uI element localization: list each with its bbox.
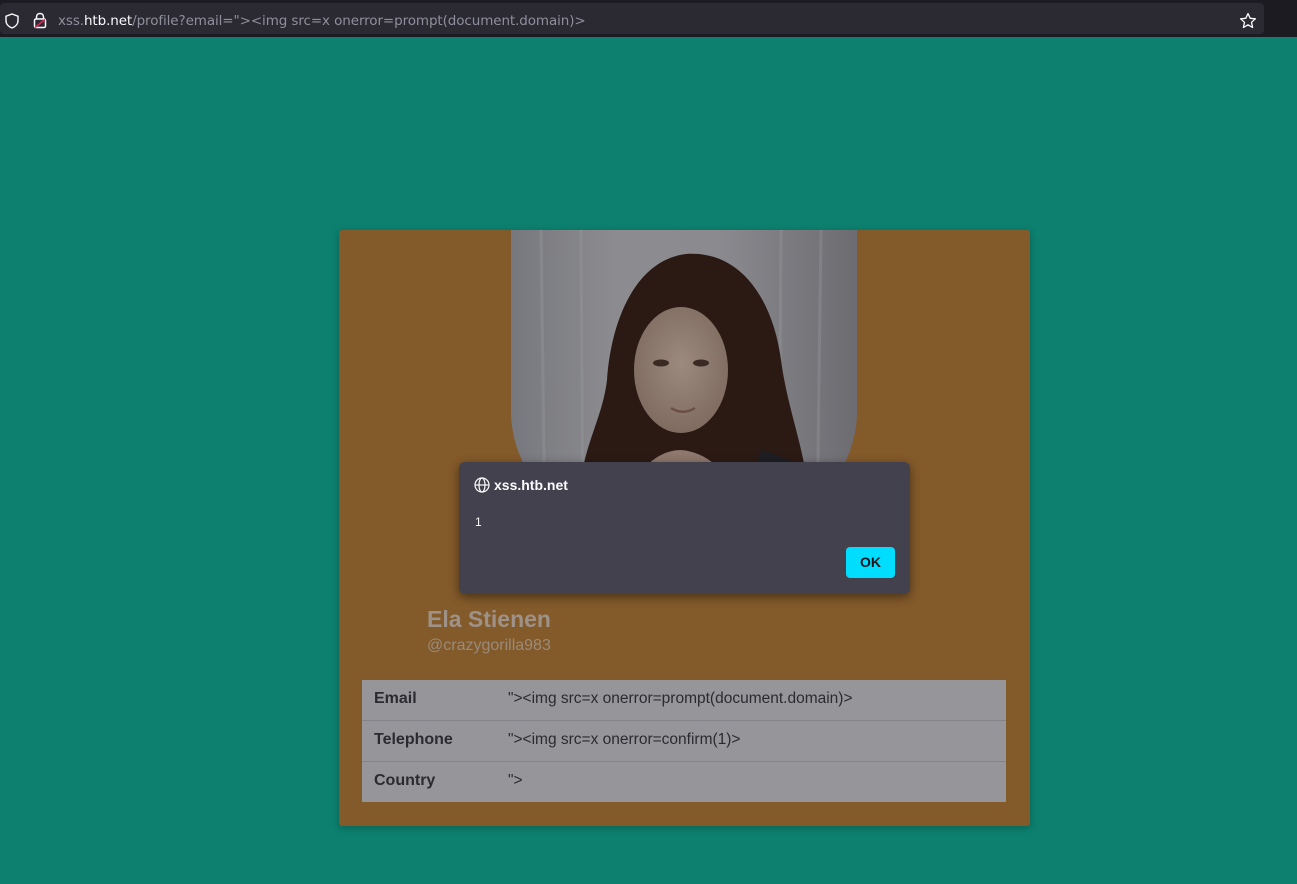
profile-name: Ela Stienen: [427, 606, 551, 632]
profile-info-table: Email "><img src=x onerror=prompt(docume…: [362, 680, 1006, 802]
globe-icon: [474, 477, 490, 493]
profile-handle: @crazygorilla983: [427, 637, 551, 654]
info-label: Telephone: [374, 731, 453, 748]
dialog-message: 1: [475, 515, 482, 529]
info-row-country: Country ">: [362, 761, 1006, 802]
url-prefix: xss.: [58, 13, 84, 29]
shield-icon[interactable]: [5, 13, 19, 29]
lock-icon[interactable]: [32, 12, 48, 29]
url-text[interactable]: xss.htb.net/profile?email="><img src=x o…: [58, 13, 586, 29]
info-row-email: Email "><img src=x onerror=prompt(docume…: [362, 680, 1006, 720]
dialog-origin: xss.htb.net: [494, 477, 568, 493]
info-value: ">: [508, 772, 523, 789]
info-label: Country: [374, 772, 436, 789]
browser-toolbar: xss.htb.net/profile?email="><img src=x o…: [0, 0, 1297, 37]
star-icon[interactable]: [1239, 12, 1257, 30]
prompt-dialog: xss.htb.net 1 OK: [459, 462, 910, 594]
url-host: htb.net: [83, 13, 133, 29]
url-path: /profile?email="><img src=x onerror=prom…: [132, 13, 586, 29]
info-row-telephone: Telephone "><img src=x onerror=confirm(1…: [362, 720, 1006, 761]
address-bar[interactable]: xss.htb.net/profile?email="><img src=x o…: [0, 3, 1264, 34]
info-value: "><img src=x onerror=prompt(document.dom…: [508, 690, 853, 707]
info-value: "><img src=x onerror=confirm(1)>: [508, 731, 741, 748]
ok-button[interactable]: OK: [846, 547, 895, 578]
info-label: Email: [374, 690, 417, 707]
